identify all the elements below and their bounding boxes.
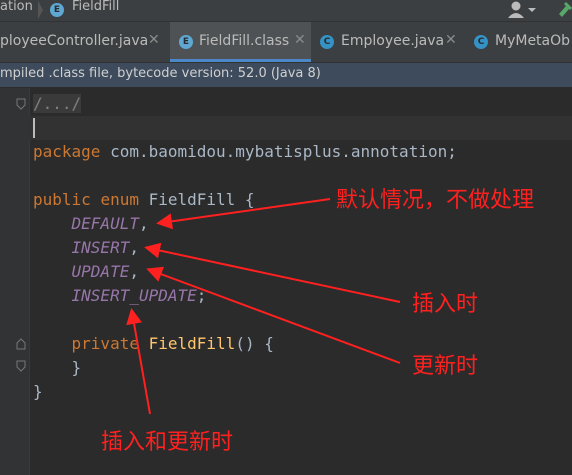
tab-label: FieldFill.class <box>199 33 290 49</box>
tab-employee-controller[interactable]: ployeeController.java ✕ <box>0 22 164 62</box>
fold-icon[interactable] <box>16 338 26 350</box>
fold-icon[interactable] <box>16 360 26 372</box>
editor-gutter <box>0 88 30 475</box>
annotation-insert: 插入时 <box>412 292 479 317</box>
code-line-package: package com.baomidou.mybatisplus.annotat… <box>33 140 457 164</box>
comma: , <box>129 238 139 257</box>
tab-label: ployeeController.java <box>0 33 149 49</box>
constant-default: DEFAULT <box>71 214 139 233</box>
enum-name: FieldFill { <box>138 190 255 209</box>
constant-update: UPDATE <box>71 262 130 281</box>
semicolon: ; <box>196 286 207 305</box>
tab-mymetaobject[interactable]: C MyMetaOb <box>470 22 572 62</box>
breadcrumb: ation E FieldFill <box>0 0 572 22</box>
enum-keyword: enum <box>100 190 139 209</box>
code-line-insert: INSERT, <box>33 236 139 260</box>
breadcrumb-item-fieldfill[interactable]: FieldFill <box>72 0 119 14</box>
enum-class-icon: E <box>50 3 64 17</box>
breadcrumb-separator-icon <box>38 1 43 19</box>
tab-fieldfill-class[interactable]: E FieldFill.class ✕ <box>170 22 311 62</box>
text-caret <box>33 118 35 138</box>
constant-insert-update: INSERT_UPDATE <box>71 286 197 305</box>
comma: , <box>138 214 149 233</box>
close-brace: } <box>71 358 82 377</box>
breadcrumb-item-package[interactable]: ation <box>0 0 33 14</box>
code-editor[interactable]: /.../ package com.baomidou.mybatisplus.a… <box>0 88 572 475</box>
constructor-rest: () { <box>235 334 274 353</box>
public-keyword: public <box>33 190 91 209</box>
code-line-constructor: private FieldFill() { <box>33 332 274 356</box>
code-line-fold[interactable]: /.../ <box>33 92 82 116</box>
package-name: com.baomidou.mybatisplus.annotation; <box>100 142 457 161</box>
user-icon[interactable] <box>506 0 536 18</box>
code-line-insert-update: INSERT_UPDATE; <box>33 284 207 308</box>
annotation-insert-update: 插入和更新时 <box>101 430 234 455</box>
code-line-close-ctor: } <box>33 356 82 380</box>
tab-label: Employee.java <box>341 33 445 49</box>
decompiled-info-bar: mpiled .class file, bytecode version: 52… <box>0 63 572 87</box>
constructor-name: FieldFill <box>148 334 236 353</box>
editor-tab-bar: ployeeController.java ✕ E FieldFill.clas… <box>0 22 572 63</box>
info-text: mpiled .class file, bytecode version: 52… <box>0 66 321 81</box>
fold-icon[interactable] <box>16 98 26 110</box>
annotation-default: 默认情况，不做处理 <box>336 188 535 213</box>
code-line-update: UPDATE, <box>33 260 139 284</box>
code-line-default: DEFAULT, <box>33 212 149 236</box>
close-brace: } <box>33 382 43 401</box>
class-c-icon: C <box>474 35 488 49</box>
current-line-highlight <box>29 116 572 140</box>
hammer-icon[interactable] <box>556 0 572 20</box>
package-keyword: package <box>33 142 101 161</box>
enum-class-icon: E <box>179 35 193 49</box>
code-line-enum-decl: public enum FieldFill { <box>33 188 255 212</box>
close-icon[interactable]: ✕ <box>294 32 306 48</box>
comma: , <box>129 262 139 281</box>
tab-label: MyMetaOb <box>495 33 571 49</box>
tab-employee-java[interactable]: C Employee.java ✕ <box>315 22 465 62</box>
code-line-close-enum: } <box>33 380 43 404</box>
class-c-icon: C <box>320 35 334 49</box>
folded-imports[interactable]: /.../ <box>33 94 82 113</box>
constant-insert: INSERT <box>71 238 130 257</box>
private-keyword: private <box>71 334 139 353</box>
close-icon[interactable]: ✕ <box>445 32 457 48</box>
annotation-update: 更新时 <box>412 354 479 379</box>
close-icon[interactable]: ✕ <box>148 32 160 48</box>
